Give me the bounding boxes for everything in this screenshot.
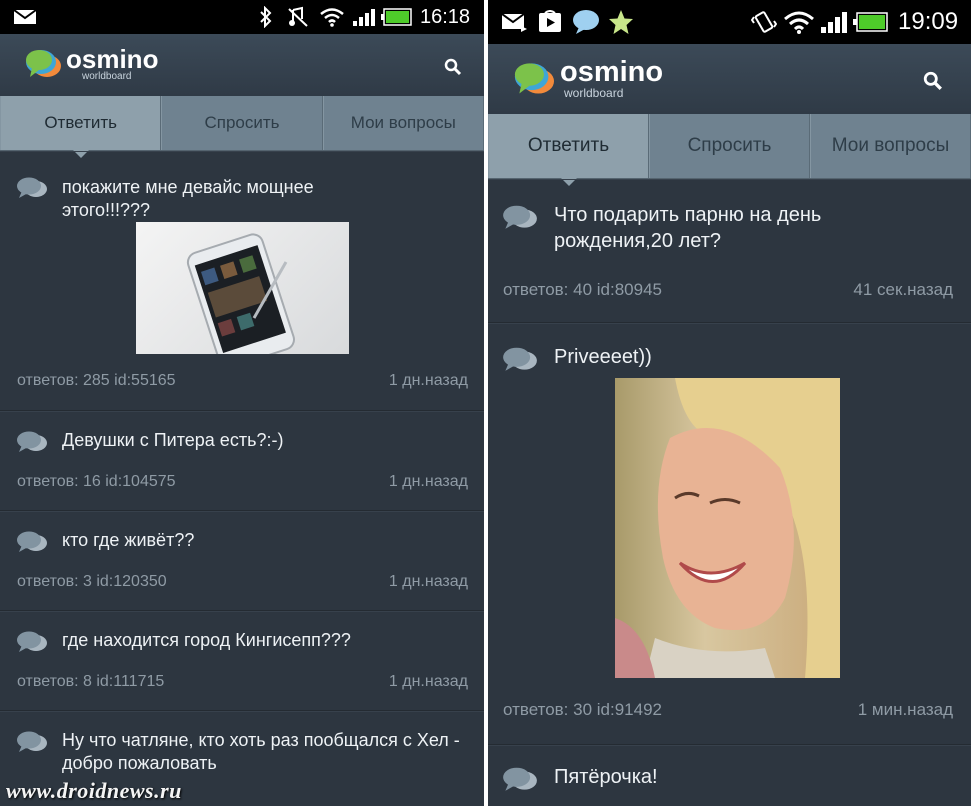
- question-meta: ответов: 30 id:91492: [503, 700, 662, 719]
- question-list: Что подарить парню на день рождения,20 л…: [488, 179, 971, 806]
- osmino-logo: osmino worldboard: [24, 46, 158, 82]
- question-meta: ответов: 3 id:120350: [17, 573, 167, 590]
- question-time: 1 дн.назад: [388, 673, 468, 690]
- logo-bubbles-icon: [514, 62, 554, 94]
- watermark: www.droidnews.ru: [6, 778, 182, 803]
- question-time: 1 дн.назад: [388, 372, 468, 389]
- bluetooth-icon: [256, 0, 276, 34]
- question-meta: ответов: 16 id:104575: [17, 473, 176, 490]
- list-item[interactable]: покажите мне девайс мощнее этого!!!??? о…: [0, 151, 484, 411]
- speech-bubble-icon: [503, 347, 537, 371]
- question-meta: ответов: 40 id:80945: [503, 280, 662, 299]
- speech-bubble-icon: [17, 631, 47, 652]
- wifi-icon: [318, 0, 346, 34]
- tab-bar: Ответить Спросить Мои вопросы: [488, 114, 971, 186]
- question-image-photo: [615, 378, 840, 678]
- speech-bubble-icon: [503, 767, 537, 791]
- speech-bubble-icon: [17, 431, 47, 452]
- speech-bubble-icon: [17, 731, 47, 752]
- battery-icon: [380, 0, 414, 34]
- search-icon: [444, 58, 462, 76]
- mail-icon: [12, 0, 38, 34]
- logo-name: osmino: [560, 56, 664, 88]
- vibrate-icon: [750, 0, 778, 44]
- question-title: Девушки с Питера есть?:-): [62, 430, 284, 450]
- play-store-icon: [536, 0, 564, 44]
- question-meta: ответов: 285 id:55165: [17, 372, 176, 389]
- list-item[interactable]: где находится город Кингисепп??? ответов…: [0, 611, 484, 711]
- question-title: где находится город Кингисепп???: [62, 630, 351, 650]
- question-time: 1 дн.назад: [388, 473, 468, 490]
- speech-bubble-icon: [17, 177, 47, 198]
- question-title: Ну что чатляне, кто хоть раз пообщался с…: [62, 730, 460, 774]
- right-screen: 19:09 osmino worldboard Ответить Спросит…: [488, 0, 971, 806]
- search-button[interactable]: [436, 50, 470, 84]
- app-bar: osmino worldboard: [0, 34, 484, 96]
- question-time: 1 дн.назад: [388, 573, 468, 590]
- battery-icon: [852, 0, 890, 44]
- tab-bar: Ответить Спросить Мои вопросы: [0, 96, 484, 158]
- app-bar: osmino worldboard: [488, 44, 971, 114]
- speech-bubble-icon: [17, 531, 47, 552]
- question-title: Что подарить парню на день рождения,20 л…: [554, 204, 822, 252]
- status-time: 19:09: [898, 8, 959, 35]
- search-icon: [923, 71, 942, 90]
- signal-icon: [818, 0, 850, 44]
- signal-icon: [350, 0, 378, 34]
- question-meta: ответов: 8 id:111715: [17, 673, 165, 690]
- chat-bubble-icon: [570, 0, 602, 44]
- logo-name: osmino: [66, 44, 159, 74]
- question-time: 1 мин.назад: [857, 700, 953, 719]
- list-item[interactable]: Пятёрочка!: [488, 745, 971, 806]
- tab-ask[interactable]: Спросить: [161, 96, 323, 150]
- status-bar: 19:09: [488, 0, 971, 44]
- tab-ask[interactable]: Спросить: [649, 114, 810, 178]
- list-item[interactable]: Девушки с Питера есть?:-) ответов: 16 id…: [0, 411, 484, 511]
- question-time: 41 сек.назад: [853, 280, 953, 299]
- mute-icon: [286, 0, 310, 34]
- status-bar: 16:18: [0, 0, 484, 34]
- tab-my-questions[interactable]: Мои вопросы: [322, 96, 484, 150]
- question-image-phone: [136, 222, 349, 354]
- mail-icon: [500, 0, 530, 44]
- star-icon: [606, 0, 636, 44]
- question-title: покажите мне девайс мощнее этого!!!???: [62, 177, 314, 221]
- tab-my-questions[interactable]: Мои вопросы: [810, 114, 971, 178]
- wifi-icon: [782, 0, 816, 44]
- status-time: 16:18: [420, 5, 471, 28]
- list-item[interactable]: Priveeeet)) ответов: 30 id:91492 1 мин.н…: [488, 323, 971, 745]
- question-list: покажите мне девайс мощнее этого!!!??? о…: [0, 151, 484, 806]
- search-button[interactable]: [914, 62, 952, 100]
- logo-sub: worldboard: [564, 86, 624, 100]
- question-title: Пятёрочка!: [554, 766, 658, 788]
- list-item[interactable]: кто где живёт?? ответов: 3 id:120350 1 д…: [0, 511, 484, 611]
- osmino-logo: osmino worldboard: [512, 58, 663, 99]
- question-title: Priveeeet)): [554, 346, 652, 368]
- list-item[interactable]: Что подарить парню на день рождения,20 л…: [488, 179, 971, 323]
- left-screen: 16:18 osmino worldboard Ответить Спросит…: [0, 0, 484, 806]
- logo-bubbles-icon: [26, 50, 61, 77]
- question-title: кто где живёт??: [62, 530, 195, 550]
- tab-answer[interactable]: Ответить: [0, 96, 162, 158]
- speech-bubble-icon: [503, 205, 537, 229]
- tab-answer[interactable]: Ответить: [488, 114, 649, 186]
